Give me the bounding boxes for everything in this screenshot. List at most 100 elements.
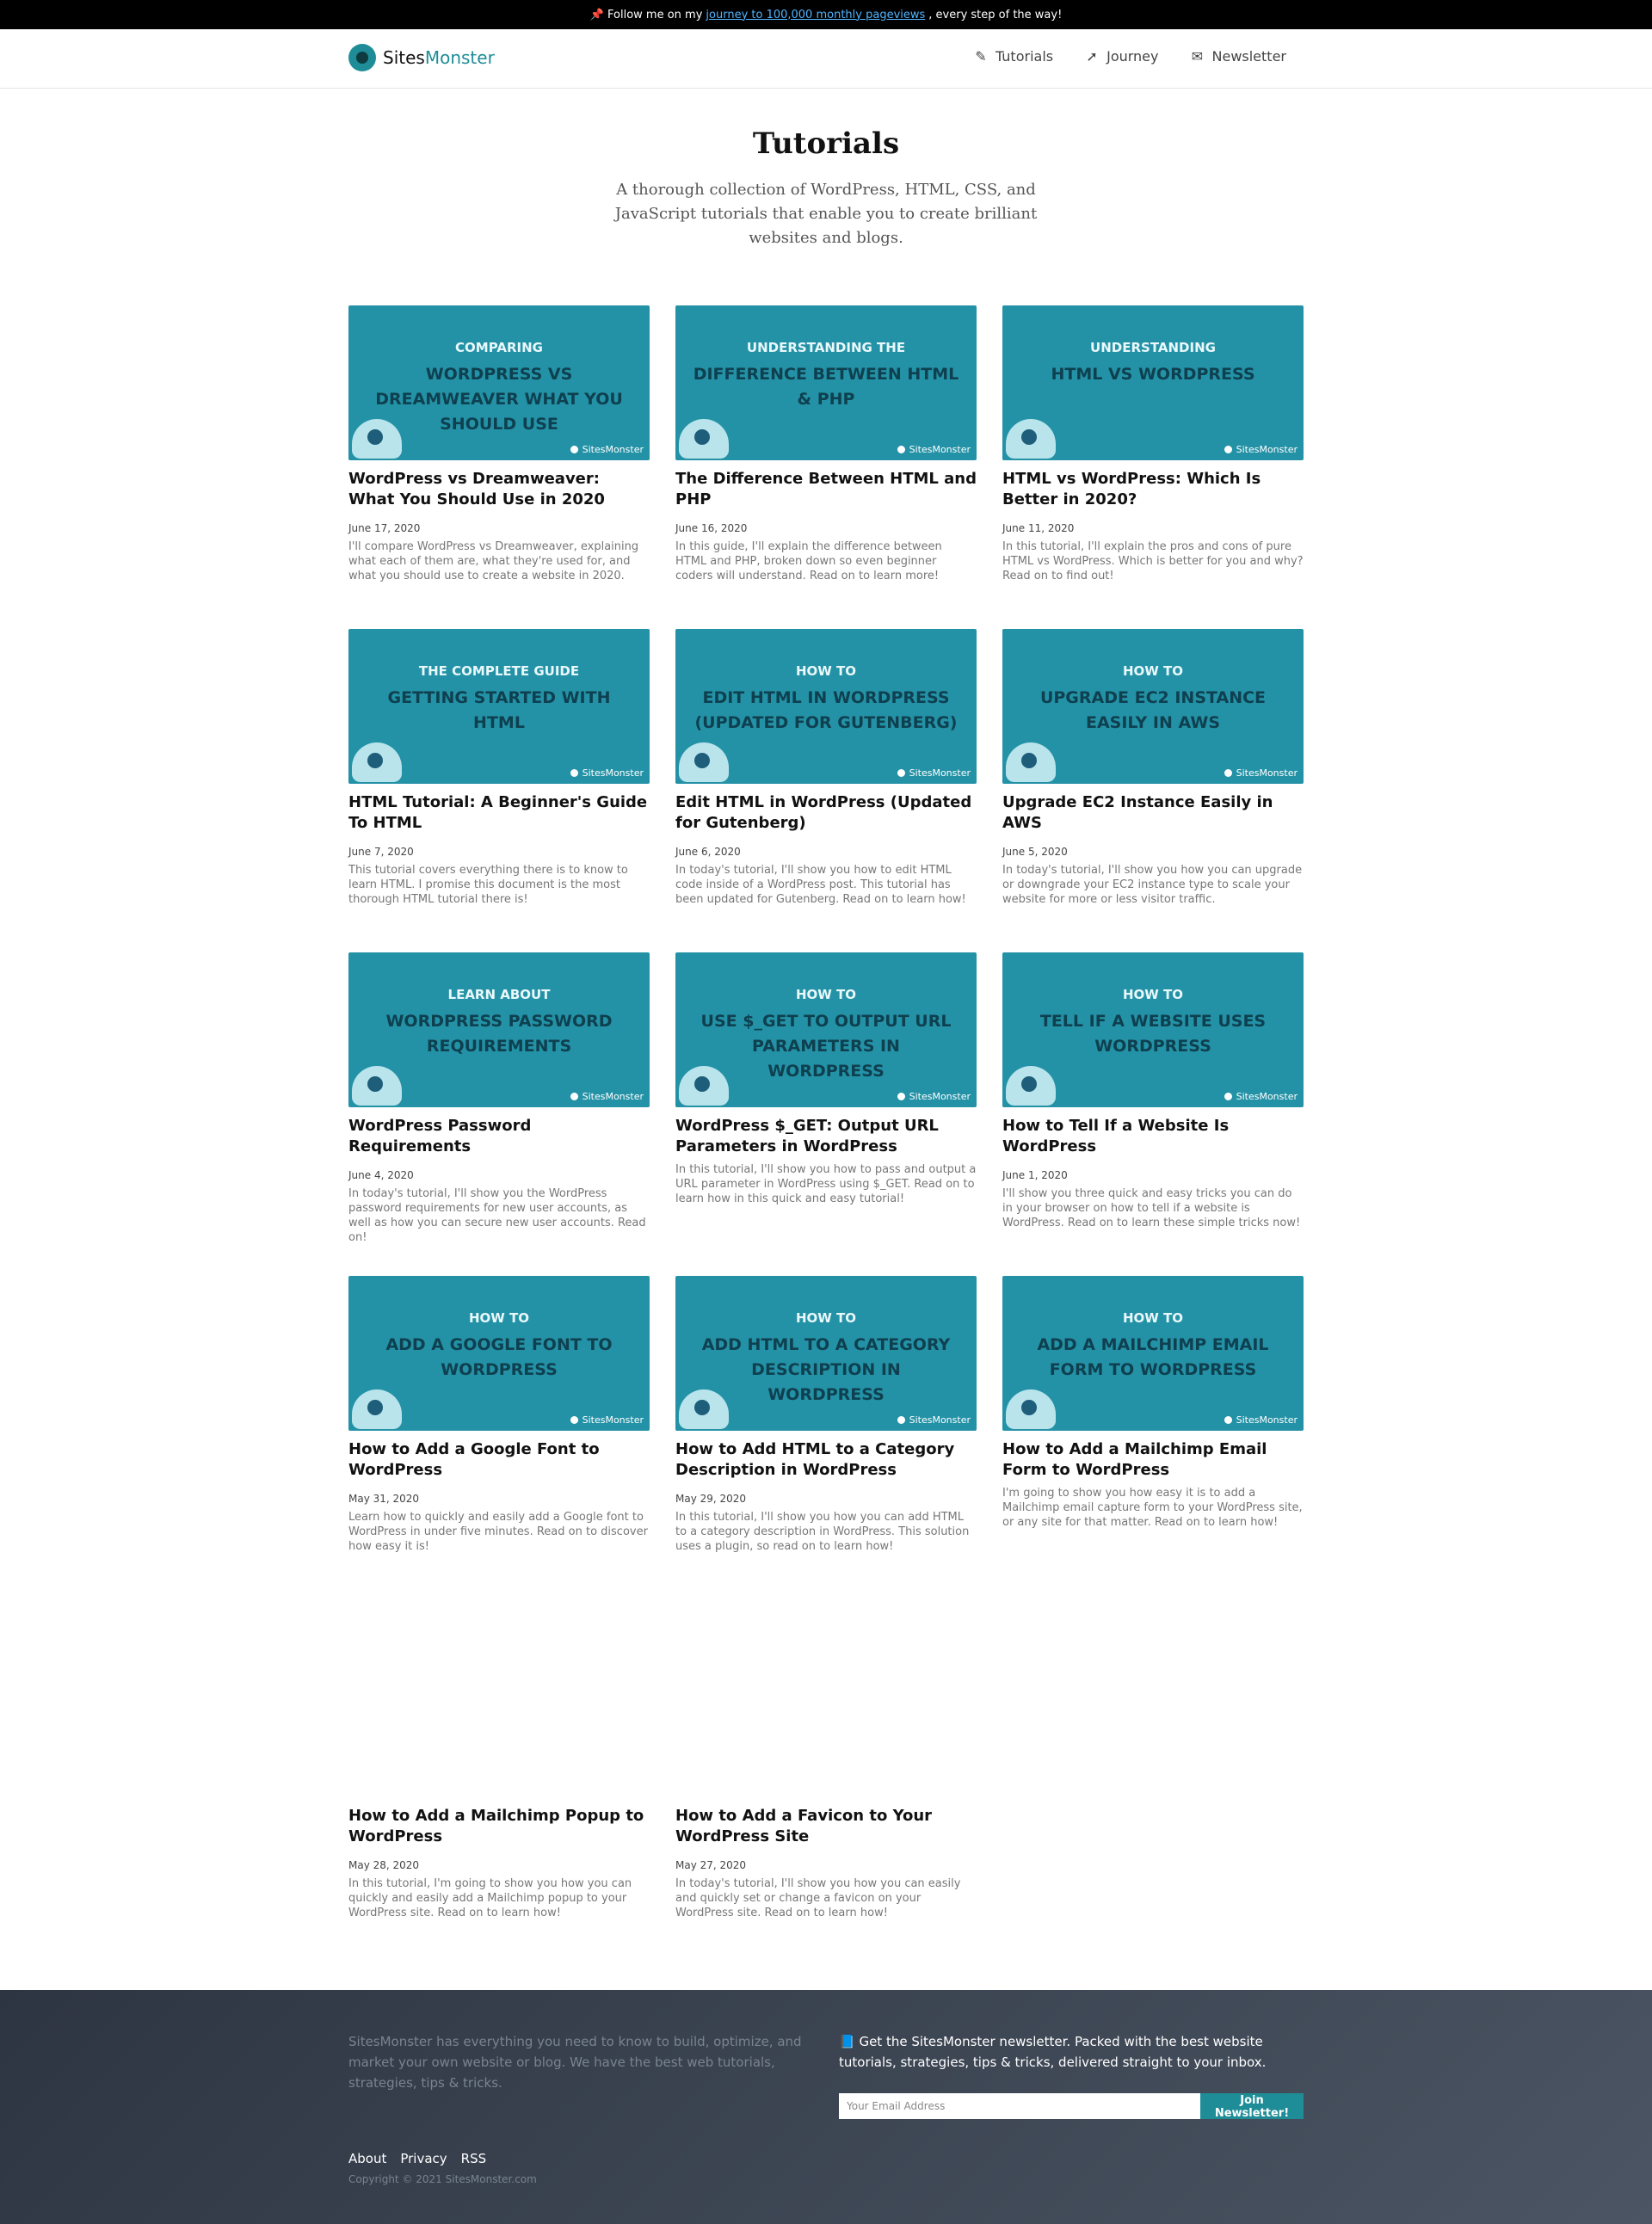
thumbnail-headline: WORDPRESS VS DREAMWEAVER WHAT YOU SHOULD… (375, 365, 623, 434)
post-title[interactable]: How to Add a Mailchimp Email Form to Wor… (1002, 1439, 1304, 1481)
thumbnail-brand: SitesMonster (570, 1414, 644, 1426)
monster-mascot-icon (348, 1052, 404, 1107)
email-input[interactable] (839, 2093, 1200, 2119)
post-card[interactable]: HOW TO ADD A MAILCHIMP EMAIL FORM TO WORD… (1002, 1276, 1304, 1599)
post-thumbnail[interactable]: HOW TO ADD A GOOGLE FONT TO WORDPRESS Site… (348, 1276, 650, 1431)
brand-dot-icon (570, 1416, 578, 1424)
post-title[interactable]: How to Add a Google Font to WordPress (348, 1439, 650, 1481)
post-card[interactable]: COMPARING WORDPRESS VS DREAMWEAVER WHAT Y… (348, 305, 650, 629)
brand-dot-icon (1224, 1416, 1232, 1424)
thumbnail-brand: SitesMonster (570, 767, 644, 779)
thumbnail-brand-text: SitesMonster (582, 1414, 644, 1426)
post-card[interactable]: HOW TO EDIT HTML IN WORDPRESS (UPDATED FO… (675, 629, 977, 952)
page-hero: Tutorials A thorough collection of WordP… (0, 126, 1652, 250)
post-card[interactable]: UNDERSTANDING THE DIFFERENCE BETWEEN HTML… (675, 305, 977, 629)
footer-about: SitesMonster has everything you need to … (348, 2034, 802, 2091)
post-thumbnail[interactable]: HOW TO ADD A MAILCHIMP EMAIL FORM TO WORD… (1002, 1276, 1304, 1431)
announcement-text-before: 📌 Follow me on my (589, 8, 703, 22)
post-excerpt: In this tutorial, I'll show you how to p… (675, 1163, 977, 1205)
logo-text: SitesMonster (383, 47, 495, 68)
thumbnail-brand: SitesMonster (1224, 1091, 1298, 1102)
nav-item-newsletter[interactable]: ✉ Newsletter (1190, 48, 1286, 65)
post-excerpt: In today's tutorial, I'll show you how t… (675, 864, 966, 906)
join-newsletter-button[interactable]: Join Newsletter! (1200, 2093, 1304, 2120)
thumbnail-brand-text: SitesMonster (1236, 1091, 1298, 1102)
post-thumbnail[interactable]: HOW TO UPGRADE EC2 INSTANCE EASILY IN AWS… (1002, 629, 1304, 784)
logo-suffix: Monster (424, 47, 495, 68)
footer-link-rss[interactable]: RSS (461, 2151, 486, 2166)
thumbnail-kicker: HOW TO (1122, 987, 1184, 1002)
post-title[interactable]: The Difference Between HTML and PHP (675, 469, 977, 510)
post-thumbnail[interactable]: HOW TO TELL IF A WEBSITE USES WORDPRESS Si… (1002, 952, 1304, 1107)
brand-dot-icon (1224, 769, 1232, 777)
post-excerpt: In today's tutorial, I'll show you how y… (675, 1877, 961, 1919)
post-card[interactable]: HOW TO TELL IF A WEBSITE USES WORDPRESS Si… (1002, 952, 1304, 1276)
monster-mascot-icon (1002, 1052, 1057, 1107)
posts-grid: COMPARING WORDPRESS VS DREAMWEAVER WHAT Y… (348, 305, 1304, 1966)
post-title[interactable]: HTML Tutorial: A Beginner's Guide To HTM… (348, 792, 650, 834)
post-date: May 27, 2020 (675, 1859, 747, 1871)
thumbnail-headline: DIFFERENCE BETWEEN HTML & PHP (693, 365, 959, 409)
monster-mascot-icon (675, 729, 730, 784)
thumbnail-headline: ADD A MAILCHIMP EMAIL FORM TO WORDPRESS (1037, 1335, 1269, 1379)
post-title[interactable]: WordPress $_GET: Output URL Parameters i… (675, 1116, 977, 1157)
post-card[interactable]: THE COMPLETE GUIDE GETTING STARTED WITH H… (348, 629, 650, 952)
post-card[interactable]: HOW TO USE $_GET TO OUTPUT URL PARAMETERS… (675, 952, 977, 1276)
brand-dot-icon (570, 1093, 578, 1100)
brand-dot-icon (570, 769, 578, 777)
journey-link[interactable]: journey to 100,000 monthly pageviews (706, 9, 925, 22)
post-title[interactable]: How to Add a Mailchimp Popup to WordPres… (348, 1806, 650, 1847)
post-card[interactable]: How to Add a Favicon to Your WordPress S… (675, 1642, 977, 1966)
thumbnail-brand: SitesMonster (1224, 444, 1298, 455)
thumbnail-kicker: UNDERSTANDING (1090, 340, 1216, 355)
thumbnail-headline: ADD A GOOGLE FONT TO WORDPRESS (385, 1335, 613, 1379)
post-title[interactable]: WordPress Password Requirements (348, 1116, 650, 1157)
post-title[interactable]: Edit HTML in WordPress (Updated for Gute… (675, 792, 977, 834)
post-title[interactable]: WordPress vs Dreamweaver: What You Shoul… (348, 469, 650, 510)
post-thumbnail[interactable]: HOW TO USE $_GET TO OUTPUT URL PARAMETERS… (675, 952, 977, 1107)
site-logo[interactable]: SitesMonster (348, 44, 495, 71)
post-thumbnail[interactable]: LEARN ABOUT WORDPRESS PASSWORD REQUIREMEN… (348, 952, 650, 1107)
monster-mascot-icon (1002, 405, 1057, 460)
thumbnail-kicker: COMPARING (455, 340, 543, 355)
footer-link-about[interactable]: About (348, 2151, 386, 2166)
monster-eye (1021, 753, 1037, 768)
post-card[interactable]: HOW TO UPGRADE EC2 INSTANCE EASILY IN AWS… (1002, 629, 1304, 952)
newsletter-form: Join Newsletter! (839, 2093, 1304, 2120)
monster-eye (367, 1076, 383, 1092)
thumbnail-brand: SitesMonster (1224, 767, 1298, 779)
footer-link-privacy[interactable]: Privacy (400, 2151, 447, 2166)
post-thumbnail[interactable]: COMPARING WORDPRESS VS DREAMWEAVER WHAT Y… (348, 305, 650, 460)
site-header: SitesMonster ✎ Tutorials ➚ Journey ✉ New… (0, 29, 1652, 89)
nav-item-tutorials[interactable]: ✎ Tutorials (973, 48, 1053, 65)
thumbnail-brand: SitesMonster (897, 1414, 971, 1426)
monster-logo-icon (348, 44, 376, 71)
post-thumbnail[interactable]: HOW TO ADD HTML TO A CATEGORY DESCRIPTION… (675, 1276, 977, 1431)
post-date: June 1, 2020 (1002, 1169, 1068, 1181)
post-thumbnail[interactable]: UNDERSTANDING HTML VS WORDPRESS SitesMonst… (1002, 305, 1304, 460)
monster-eye (367, 1400, 383, 1415)
thumbnail-brand-text: SitesMonster (582, 444, 644, 455)
post-title[interactable]: Upgrade EC2 Instance Easily in AWS (1002, 792, 1304, 834)
post-date: May 28, 2020 (348, 1859, 420, 1871)
monster-mascot-icon (348, 729, 404, 784)
post-card[interactable]: UNDERSTANDING HTML VS WORDPRESS SitesMonst… (1002, 305, 1304, 629)
post-card[interactable]: How to Add a Mailchimp Popup to WordPres… (348, 1642, 650, 1966)
post-card[interactable]: HOW TO ADD HTML TO A CATEGORY DESCRIPTION… (675, 1276, 977, 1599)
brand-dot-icon (1224, 446, 1232, 453)
nav-item-journey[interactable]: ➚ Journey (1084, 48, 1158, 65)
thumbnail-headline: USE $_GET TO OUTPUT URL PARAMETERS IN WO… (700, 1012, 952, 1081)
post-title[interactable]: How to Add a Favicon to Your WordPress S… (675, 1806, 977, 1847)
thumbnail-brand-text: SitesMonster (909, 1091, 971, 1102)
post-thumbnail[interactable]: HOW TO EDIT HTML IN WORDPRESS (UPDATED FO… (675, 629, 977, 784)
post-thumbnail[interactable]: THE COMPLETE GUIDE GETTING STARTED WITH H… (348, 629, 650, 784)
post-title[interactable]: HTML vs WordPress: Which Is Better in 20… (1002, 469, 1304, 510)
nav-label-tutorials: Tutorials (995, 48, 1054, 65)
post-title[interactable]: How to Tell If a Website Is WordPress (1002, 1116, 1304, 1157)
post-card[interactable]: LEARN ABOUT WORDPRESS PASSWORD REQUIREMEN… (348, 952, 650, 1276)
post-thumbnail[interactable]: UNDERSTANDING THE DIFFERENCE BETWEEN HTML… (675, 305, 977, 460)
thumbnail-brand: SitesMonster (570, 444, 644, 455)
thumbnail-brand-text: SitesMonster (1236, 444, 1298, 455)
post-card[interactable]: HOW TO ADD A GOOGLE FONT TO WORDPRESS Site… (348, 1276, 650, 1599)
post-title[interactable]: How to Add HTML to a Category Descriptio… (675, 1439, 977, 1481)
